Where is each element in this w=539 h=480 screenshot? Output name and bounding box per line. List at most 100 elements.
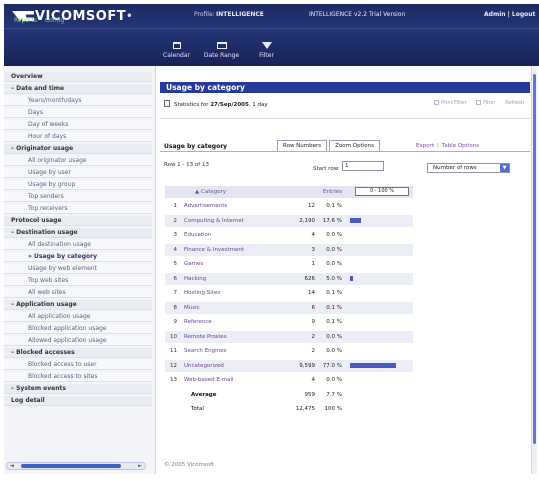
table-header: ▲ Category Entries 0 - 100 % <box>165 186 413 198</box>
tab-underline <box>160 151 530 152</box>
col-entries-header[interactable]: Entries <box>323 189 342 195</box>
sidebar-item[interactable]: All destination usage <box>4 240 152 250</box>
stats-prefix: Statistics for <box>174 102 209 108</box>
col-category-header[interactable]: ▲ Category <box>195 189 226 195</box>
filter-icon <box>261 42 272 49</box>
sidebar-item[interactable]: – Originator usage <box>4 144 152 154</box>
scroll-right-icon[interactable]: ► <box>138 463 142 469</box>
row-number: 6 <box>173 275 178 282</box>
category-link[interactable]: Remote Proxies <box>184 334 227 340</box>
category-link[interactable]: Computing & Internet <box>184 218 244 224</box>
category-link[interactable]: Search Engines <box>184 348 226 354</box>
sidebar-item[interactable]: Blocked access to sites <box>4 372 152 382</box>
entries-value: 626 <box>304 275 316 282</box>
rows-select-value: Number of rows <box>433 165 477 171</box>
row-number: 2 <box>173 217 178 224</box>
row-number: 9 <box>173 319 178 325</box>
filter-button[interactable]: Filter <box>244 42 289 64</box>
row-number: 10 <box>170 333 177 340</box>
filter-small-icon <box>476 100 482 105</box>
table-row: 7 Hosting Sites 14 0.1 % <box>165 287 413 299</box>
sidebar-item[interactable]: – Date and time <box>4 84 152 94</box>
category-link[interactable]: Hosting Sites <box>184 290 220 296</box>
category-link[interactable]: Web-based E-mail <box>184 377 234 383</box>
tab-row-numbers[interactable]: Row Numbers <box>277 140 328 151</box>
category-link[interactable]: Uncategorized <box>184 363 224 369</box>
category-link[interactable]: Games <box>184 261 203 267</box>
sidebar-item[interactable]: – Application usage <box>4 300 152 310</box>
table-links: Export | Table Options <box>416 143 480 149</box>
sidebar-item[interactable]: Years/month/days <box>4 96 152 106</box>
category-link[interactable]: Finance & Investment <box>184 247 244 253</box>
filter-action-button[interactable]: Filter <box>476 100 496 106</box>
table-row: 2 Computing & Internet 2,190 17.6 % <box>165 214 413 227</box>
entries-value: 9 <box>311 319 316 325</box>
subnav-reports[interactable]: Reports <box>14 17 37 24</box>
calendar-button[interactable]: Calendar <box>154 42 199 64</box>
sidebar-item[interactable]: Blocked access to user <box>4 360 152 370</box>
category-link[interactable]: Music <box>184 305 200 311</box>
category-link[interactable]: Reference <box>184 319 212 325</box>
scrollbar-thumb[interactable] <box>21 464 121 468</box>
sidebar-item[interactable]: All originator usage <box>4 156 152 166</box>
average-pct: 7.7 % <box>326 391 342 398</box>
sidebar-scrollbar[interactable]: ◄ ► <box>6 462 146 470</box>
sidebar-item[interactable]: Top receivers <box>4 204 152 214</box>
sidebar-item[interactable]: – Blocked accesses <box>4 348 152 358</box>
sidebar-item[interactable]: Log detail <box>4 396 152 406</box>
sidebar-item[interactable]: » Usage by category <box>4 252 152 262</box>
main-scrollbar[interactable] <box>531 66 537 474</box>
percent-value: 0.0 % <box>326 348 342 354</box>
sidebar-item[interactable]: Days <box>4 108 152 118</box>
main-scrollbar-thumb[interactable] <box>533 74 536 444</box>
table-options-link[interactable]: Table Options <box>442 143 479 149</box>
sidebar-item[interactable]: All application usage <box>4 312 152 322</box>
sidebar-item[interactable]: Usage by user <box>4 168 152 178</box>
category-link[interactable]: Advertisements <box>184 203 227 209</box>
row-number: 8 <box>173 304 178 311</box>
sidebar-item[interactable]: Hour of days <box>4 132 152 142</box>
sidebar-item[interactable]: – System events <box>4 384 152 394</box>
rows-info: Row 1 - 13 of 13 <box>164 162 209 168</box>
average-label: Average <box>191 391 217 398</box>
row-number: 7 <box>173 290 178 296</box>
row-number: 3 <box>173 232 178 238</box>
toolbar: Calendar Date Range Filter <box>154 42 289 64</box>
stats-suffix: , 1 day <box>248 102 268 108</box>
entries-value: 1 <box>311 261 316 267</box>
sidebar-item[interactable]: Top web sites <box>4 276 152 286</box>
subnav-config[interactable]: Config <box>45 17 64 24</box>
refresh-button[interactable]: Refresh <box>505 100 524 106</box>
main-content: Usage by category Statistics for 27/Sep/… <box>160 66 530 474</box>
table-row: 10 Remote Proxies 2 0.0 % <box>165 330 413 343</box>
rows-select[interactable]: Number of rows ▼ <box>427 163 510 173</box>
sidebar-item[interactable]: Usage by group <box>4 180 152 190</box>
sidebar-item[interactable]: Day of weeks <box>4 120 152 130</box>
sidebar-item[interactable]: Overview <box>4 72 152 82</box>
page-title: Usage by category <box>160 82 530 93</box>
table-row: 13 Web-based E-mail 4 0.0 % <box>165 374 413 386</box>
sidebar-item[interactable]: Protocol usage <box>4 216 152 226</box>
table-row: 8 Music 6 0.1 % <box>165 301 413 314</box>
chevron-down-icon[interactable]: ▼ <box>500 164 509 172</box>
category-link[interactable]: Hacking <box>184 276 206 282</box>
sidebar-item[interactable]: Allowed application usage <box>4 336 152 346</box>
sidebar-item[interactable]: – Destination usage <box>4 228 152 238</box>
scroll-left-icon[interactable]: ◄ <box>10 463 14 469</box>
average-entries: 959 <box>304 391 316 398</box>
sidebar-item[interactable]: Blocked application usage <box>4 324 152 334</box>
sidebar-item[interactable]: All web sites <box>4 288 152 298</box>
sidebar-item[interactable]: Top senders <box>4 192 152 202</box>
category-link[interactable]: Education <box>184 232 211 238</box>
start-row-input[interactable]: 1 <box>342 161 384 171</box>
admin-logout-link[interactable]: Admin | Logout <box>484 11 535 18</box>
print-filter-button[interactable]: Print Filter <box>434 100 467 106</box>
percent-value: 0.0 % <box>326 232 342 238</box>
export-link[interactable]: Export <box>416 143 434 149</box>
date-range-button[interactable]: Date Range <box>199 42 244 64</box>
usage-bar <box>350 275 353 281</box>
table-row: 6 Hacking 626 5.0 % <box>165 272 413 285</box>
entries-value: 12 <box>308 203 315 209</box>
tab-zoom-options[interactable]: Zoom Options <box>329 140 380 151</box>
sidebar-item[interactable]: Usage by web element <box>4 264 152 274</box>
